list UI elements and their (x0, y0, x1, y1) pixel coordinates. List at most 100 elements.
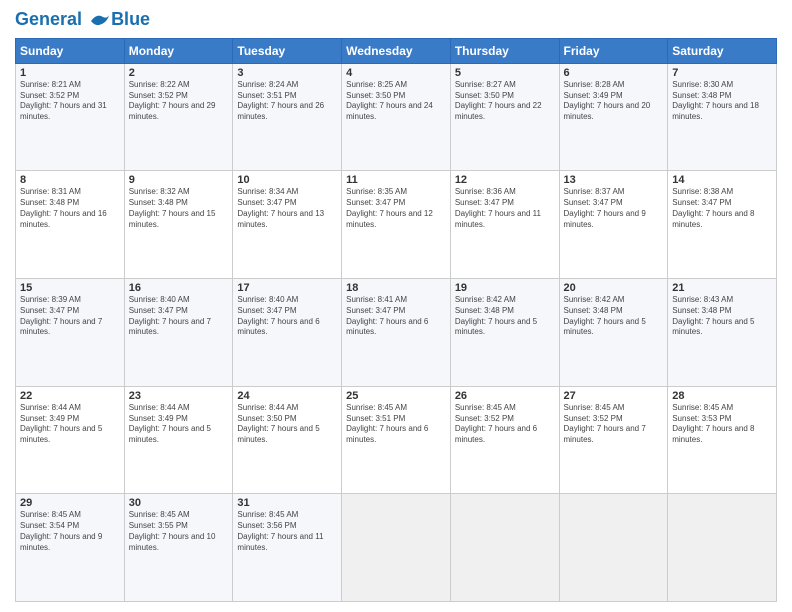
day-number: 2 (129, 67, 229, 79)
calendar-cell: 12Sunrise: 8:36 AMSunset: 3:47 PMDayligh… (450, 171, 559, 279)
day-number: 14 (672, 174, 772, 186)
calendar-cell: 4Sunrise: 8:25 AMSunset: 3:50 PMDaylight… (342, 63, 451, 171)
calendar-cell: 9Sunrise: 8:32 AMSunset: 3:48 PMDaylight… (124, 171, 233, 279)
day-number: 11 (346, 174, 446, 186)
day-number: 9 (129, 174, 229, 186)
day-info: Sunrise: 8:42 AMSunset: 3:48 PMDaylight:… (564, 295, 664, 338)
day-number: 26 (455, 390, 555, 402)
col-header-sunday: Sunday (16, 38, 125, 63)
day-info: Sunrise: 8:32 AMSunset: 3:48 PMDaylight:… (129, 187, 229, 230)
calendar-cell: 26Sunrise: 8:45 AMSunset: 3:52 PMDayligh… (450, 386, 559, 494)
logo: General Blue (15, 10, 150, 30)
calendar-cell: 3Sunrise: 8:24 AMSunset: 3:51 PMDaylight… (233, 63, 342, 171)
day-info: Sunrise: 8:45 AMSunset: 3:52 PMDaylight:… (455, 403, 555, 446)
day-number: 25 (346, 390, 446, 402)
calendar-cell: 20Sunrise: 8:42 AMSunset: 3:48 PMDayligh… (559, 279, 668, 387)
day-info: Sunrise: 8:21 AMSunset: 3:52 PMDaylight:… (20, 80, 120, 123)
day-info: Sunrise: 8:35 AMSunset: 3:47 PMDaylight:… (346, 187, 446, 230)
day-number: 8 (20, 174, 120, 186)
calendar-cell: 28Sunrise: 8:45 AMSunset: 3:53 PMDayligh… (668, 386, 777, 494)
calendar-cell: 21Sunrise: 8:43 AMSunset: 3:48 PMDayligh… (668, 279, 777, 387)
calendar-cell: 18Sunrise: 8:41 AMSunset: 3:47 PMDayligh… (342, 279, 451, 387)
day-number: 21 (672, 282, 772, 294)
day-info: Sunrise: 8:38 AMSunset: 3:47 PMDaylight:… (672, 187, 772, 230)
logo-blue: Blue (111, 10, 150, 30)
day-info: Sunrise: 8:31 AMSunset: 3:48 PMDaylight:… (20, 187, 120, 230)
day-info: Sunrise: 8:40 AMSunset: 3:47 PMDaylight:… (129, 295, 229, 338)
day-number: 16 (129, 282, 229, 294)
calendar-cell (450, 494, 559, 602)
day-number: 22 (20, 390, 120, 402)
day-info: Sunrise: 8:41 AMSunset: 3:47 PMDaylight:… (346, 295, 446, 338)
calendar-cell: 1Sunrise: 8:21 AMSunset: 3:52 PMDaylight… (16, 63, 125, 171)
day-info: Sunrise: 8:27 AMSunset: 3:50 PMDaylight:… (455, 80, 555, 123)
col-header-saturday: Saturday (668, 38, 777, 63)
day-number: 15 (20, 282, 120, 294)
day-info: Sunrise: 8:43 AMSunset: 3:48 PMDaylight:… (672, 295, 772, 338)
calendar-page: General Blue SundayMondayTuesdayWednesda… (0, 0, 792, 612)
col-header-thursday: Thursday (450, 38, 559, 63)
calendar-cell: 29Sunrise: 8:45 AMSunset: 3:54 PMDayligh… (16, 494, 125, 602)
calendar-cell: 10Sunrise: 8:34 AMSunset: 3:47 PMDayligh… (233, 171, 342, 279)
calendar-cell: 16Sunrise: 8:40 AMSunset: 3:47 PMDayligh… (124, 279, 233, 387)
day-number: 29 (20, 497, 120, 509)
day-number: 7 (672, 67, 772, 79)
col-header-wednesday: Wednesday (342, 38, 451, 63)
day-info: Sunrise: 8:45 AMSunset: 3:53 PMDaylight:… (672, 403, 772, 446)
logo-general: General (15, 9, 82, 29)
day-info: Sunrise: 8:42 AMSunset: 3:48 PMDaylight:… (455, 295, 555, 338)
calendar-cell: 6Sunrise: 8:28 AMSunset: 3:49 PMDaylight… (559, 63, 668, 171)
day-number: 5 (455, 67, 555, 79)
calendar-table: SundayMondayTuesdayWednesdayThursdayFrid… (15, 38, 777, 602)
day-info: Sunrise: 8:45 AMSunset: 3:52 PMDaylight:… (564, 403, 664, 446)
calendar-cell: 19Sunrise: 8:42 AMSunset: 3:48 PMDayligh… (450, 279, 559, 387)
logo-bird-icon (89, 11, 111, 29)
calendar-cell (559, 494, 668, 602)
header: General Blue (15, 10, 777, 30)
day-info: Sunrise: 8:44 AMSunset: 3:50 PMDaylight:… (237, 403, 337, 446)
day-number: 3 (237, 67, 337, 79)
day-number: 24 (237, 390, 337, 402)
day-number: 30 (129, 497, 229, 509)
calendar-cell: 14Sunrise: 8:38 AMSunset: 3:47 PMDayligh… (668, 171, 777, 279)
day-number: 10 (237, 174, 337, 186)
day-number: 6 (564, 67, 664, 79)
day-info: Sunrise: 8:45 AMSunset: 3:56 PMDaylight:… (237, 510, 337, 553)
col-header-friday: Friday (559, 38, 668, 63)
day-number: 17 (237, 282, 337, 294)
calendar-cell: 17Sunrise: 8:40 AMSunset: 3:47 PMDayligh… (233, 279, 342, 387)
day-info: Sunrise: 8:39 AMSunset: 3:47 PMDaylight:… (20, 295, 120, 338)
calendar-cell: 27Sunrise: 8:45 AMSunset: 3:52 PMDayligh… (559, 386, 668, 494)
day-info: Sunrise: 8:25 AMSunset: 3:50 PMDaylight:… (346, 80, 446, 123)
day-info: Sunrise: 8:45 AMSunset: 3:51 PMDaylight:… (346, 403, 446, 446)
calendar-cell: 30Sunrise: 8:45 AMSunset: 3:55 PMDayligh… (124, 494, 233, 602)
day-info: Sunrise: 8:40 AMSunset: 3:47 PMDaylight:… (237, 295, 337, 338)
day-info: Sunrise: 8:44 AMSunset: 3:49 PMDaylight:… (20, 403, 120, 446)
calendar-cell: 2Sunrise: 8:22 AMSunset: 3:52 PMDaylight… (124, 63, 233, 171)
calendar-cell (668, 494, 777, 602)
day-number: 1 (20, 67, 120, 79)
calendar-cell: 5Sunrise: 8:27 AMSunset: 3:50 PMDaylight… (450, 63, 559, 171)
day-info: Sunrise: 8:34 AMSunset: 3:47 PMDaylight:… (237, 187, 337, 230)
day-number: 28 (672, 390, 772, 402)
day-info: Sunrise: 8:22 AMSunset: 3:52 PMDaylight:… (129, 80, 229, 123)
col-header-tuesday: Tuesday (233, 38, 342, 63)
day-number: 13 (564, 174, 664, 186)
day-info: Sunrise: 8:45 AMSunset: 3:54 PMDaylight:… (20, 510, 120, 553)
col-header-monday: Monday (124, 38, 233, 63)
day-number: 27 (564, 390, 664, 402)
day-number: 31 (237, 497, 337, 509)
day-number: 12 (455, 174, 555, 186)
calendar-cell: 22Sunrise: 8:44 AMSunset: 3:49 PMDayligh… (16, 386, 125, 494)
day-info: Sunrise: 8:44 AMSunset: 3:49 PMDaylight:… (129, 403, 229, 446)
day-info: Sunrise: 8:45 AMSunset: 3:55 PMDaylight:… (129, 510, 229, 553)
day-number: 19 (455, 282, 555, 294)
day-info: Sunrise: 8:36 AMSunset: 3:47 PMDaylight:… (455, 187, 555, 230)
day-info: Sunrise: 8:24 AMSunset: 3:51 PMDaylight:… (237, 80, 337, 123)
calendar-cell: 11Sunrise: 8:35 AMSunset: 3:47 PMDayligh… (342, 171, 451, 279)
calendar-cell: 24Sunrise: 8:44 AMSunset: 3:50 PMDayligh… (233, 386, 342, 494)
calendar-cell: 23Sunrise: 8:44 AMSunset: 3:49 PMDayligh… (124, 386, 233, 494)
calendar-cell: 8Sunrise: 8:31 AMSunset: 3:48 PMDaylight… (16, 171, 125, 279)
calendar-cell: 13Sunrise: 8:37 AMSunset: 3:47 PMDayligh… (559, 171, 668, 279)
calendar-cell (342, 494, 451, 602)
